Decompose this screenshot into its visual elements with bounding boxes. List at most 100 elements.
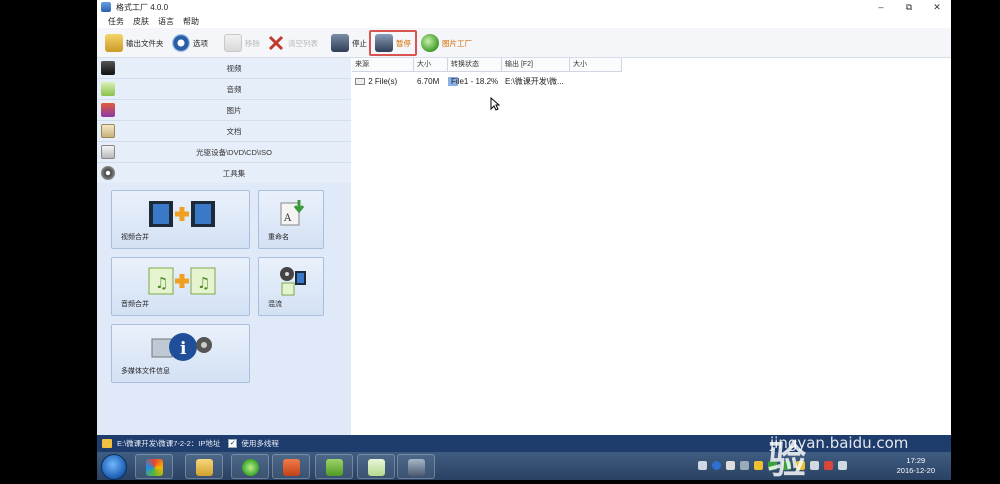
camtasia-recorder-icon <box>368 459 385 476</box>
browser-icon <box>242 459 259 476</box>
tool-audio-join[interactable]: ♫ ♫ 音频合并 <box>111 257 250 316</box>
pause-label: 暂停 <box>396 38 411 48</box>
stop-icon <box>331 34 349 52</box>
tool-video-join[interactable]: 视频合并 <box>111 190 250 249</box>
clear-list-icon <box>267 34 285 52</box>
stop-button[interactable]: 停止 <box>331 32 367 54</box>
task-source: 2 File(s) <box>352 77 414 86</box>
category-audio[interactable]: 音频 <box>97 79 351 100</box>
task-output: E:\微课开发\微... <box>505 76 564 86</box>
svg-text:A: A <box>283 213 292 224</box>
column-status[interactable]: 转换状态 <box>448 58 502 72</box>
powerpoint-icon <box>283 459 300 476</box>
document-icon <box>101 124 115 138</box>
toolbox-icon <box>101 166 115 180</box>
taskbar-powerpoint[interactable] <box>272 454 310 479</box>
rename-icon: A <box>280 200 305 226</box>
window-controls: – ⧉ ✕ <box>867 0 951 14</box>
input-method-icon[interactable] <box>740 461 749 470</box>
app-icon <box>101 2 111 12</box>
output-path: E:\微课开发\微课7-2-2：IP地址 <box>117 439 221 448</box>
column-output[interactable]: 输出 [F2] <box>502 58 570 72</box>
options-button[interactable]: 选项 <box>172 32 208 54</box>
microphone-icon[interactable] <box>726 461 735 470</box>
column-size[interactable]: 大小 <box>414 58 448 72</box>
remove-label: 移除 <box>245 38 260 48</box>
letterbox-left <box>0 0 97 480</box>
category-rom-device[interactable]: 光驱设备\DVD\CD\ISO <box>97 142 351 163</box>
multithread-checkbox[interactable]: ✓ <box>228 439 238 448</box>
remove-icon <box>224 34 242 52</box>
app-launcher-icon <box>146 459 163 476</box>
tool-mux[interactable]: 混流 <box>258 257 324 316</box>
category-toolbox[interactable]: 工具集 <box>97 163 351 184</box>
taskbar-explorer[interactable] <box>185 454 223 479</box>
category-document[interactable]: 文档 <box>97 121 351 142</box>
close-button[interactable]: ✕ <box>923 0 951 14</box>
title-bar: 格式工厂 4.0.0 – ⧉ ✕ <box>97 0 951 14</box>
menu-language[interactable]: 语言 <box>158 16 174 27</box>
taskbar-camtasia-2[interactable] <box>357 454 395 479</box>
video-join-icon <box>149 201 215 227</box>
help-icon[interactable] <box>712 461 721 470</box>
pause-icon <box>375 34 393 52</box>
minimize-button[interactable]: – <box>867 0 895 14</box>
task-list-header: 来源 大小 转换状态 输出 [F2] 大小 <box>352 58 622 72</box>
clear-list-button[interactable]: 清空列表 <box>267 32 318 54</box>
menu-skin[interactable]: 皮肤 <box>133 16 149 27</box>
tool-video-join-label: 视频合并 <box>121 234 149 241</box>
menu-help[interactable]: 帮助 <box>183 16 199 27</box>
options-label: 选项 <box>193 38 208 48</box>
mouse-cursor-icon <box>490 97 500 111</box>
gear-icon <box>172 34 190 52</box>
multithread-label: 使用多线程 <box>241 439 279 448</box>
music-note-icon <box>101 82 115 96</box>
output-folder-button[interactable]: 输出文件夹 <box>105 32 164 54</box>
output-folder-icon[interactable] <box>102 439 112 448</box>
picture-icon <box>101 103 115 117</box>
taskbar-format-factory[interactable] <box>397 454 435 479</box>
picture-factory-icon <box>421 34 439 52</box>
taskbar-app-1[interactable] <box>135 454 173 479</box>
tool-rename[interactable]: A 重命名 <box>258 190 324 249</box>
tray-app-icon[interactable] <box>754 461 763 470</box>
output-folder-label: 输出文件夹 <box>126 38 164 48</box>
tool-mux-label: 混流 <box>268 301 282 308</box>
folder-icon <box>196 459 213 476</box>
file-group-icon <box>355 77 365 85</box>
task-row[interactable]: 2 File(s) 6.70M File1 - 18.2% E:\微课开发\微.… <box>352 74 622 88</box>
taskbar-browser[interactable] <box>231 454 269 479</box>
disc-drive-icon <box>101 145 115 159</box>
format-factory-icon <box>408 459 425 476</box>
tool-media-info[interactable]: i 多媒体文件信息 <box>111 324 250 383</box>
category-picture[interactable]: 图片 <box>97 100 351 121</box>
stop-label: 停止 <box>352 38 367 48</box>
toolbar: 输出文件夹 选项 移除 清空列表 停止 暂停 图片工厂 <box>97 28 951 58</box>
folder-icon <box>105 34 123 52</box>
audio-join-icon: ♫ ♫ <box>148 267 216 295</box>
start-button[interactable] <box>101 454 127 480</box>
remove-button[interactable]: 移除 <box>224 32 260 54</box>
keyboard-icon[interactable] <box>698 461 707 470</box>
category-document-label: 文档 <box>226 127 242 136</box>
watermark-site: jingyan.baidu.com <box>770 434 909 452</box>
picture-factory-button[interactable]: 图片工厂 <box>421 32 472 54</box>
watermark-brand: Baidu经验 <box>768 383 923 482</box>
pause-button[interactable]: 暂停 <box>369 30 417 56</box>
svg-text:i: i <box>180 339 187 359</box>
category-video[interactable]: 视频 <box>97 58 351 79</box>
left-panel: 视频 音频 图片 文档 光驱设备\DVD\CD\ISO 工具集 视频合并 A 重… <box>97 58 351 435</box>
task-status: File1 - 18.2% <box>448 76 502 86</box>
category-audio-label: 音频 <box>226 85 242 94</box>
menu-bar: 任务 皮肤 语言 帮助 <box>97 14 951 28</box>
column-output-size[interactable]: 大小 <box>570 58 622 72</box>
column-source[interactable]: 来源 <box>352 58 414 72</box>
menu-task[interactable]: 任务 <box>108 16 124 27</box>
taskbar-camtasia-1[interactable] <box>315 454 353 479</box>
film-icon <box>101 61 115 75</box>
window-title: 格式工厂 4.0.0 <box>116 2 169 12</box>
category-rom-device-label: 光驱设备\DVD\CD\ISO <box>196 148 272 157</box>
task-source-text: 2 File(s) <box>368 76 398 86</box>
letterbox-right <box>951 0 1000 480</box>
maximize-button[interactable]: ⧉ <box>895 0 923 14</box>
